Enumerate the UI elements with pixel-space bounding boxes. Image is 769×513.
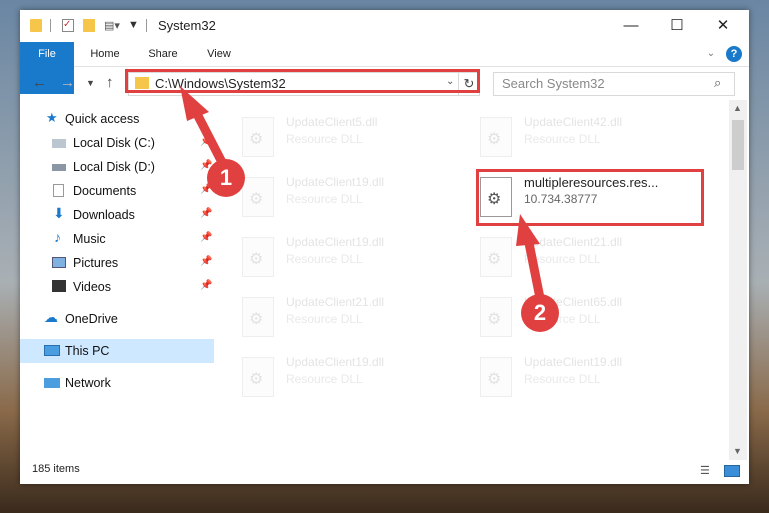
step-badge-2: 2 [521,294,559,332]
step-badge-1: 1 [207,159,245,197]
arrow-1 [180,86,231,175]
annotation-arrows [180,86,546,308]
arrow-2 [516,214,546,308]
